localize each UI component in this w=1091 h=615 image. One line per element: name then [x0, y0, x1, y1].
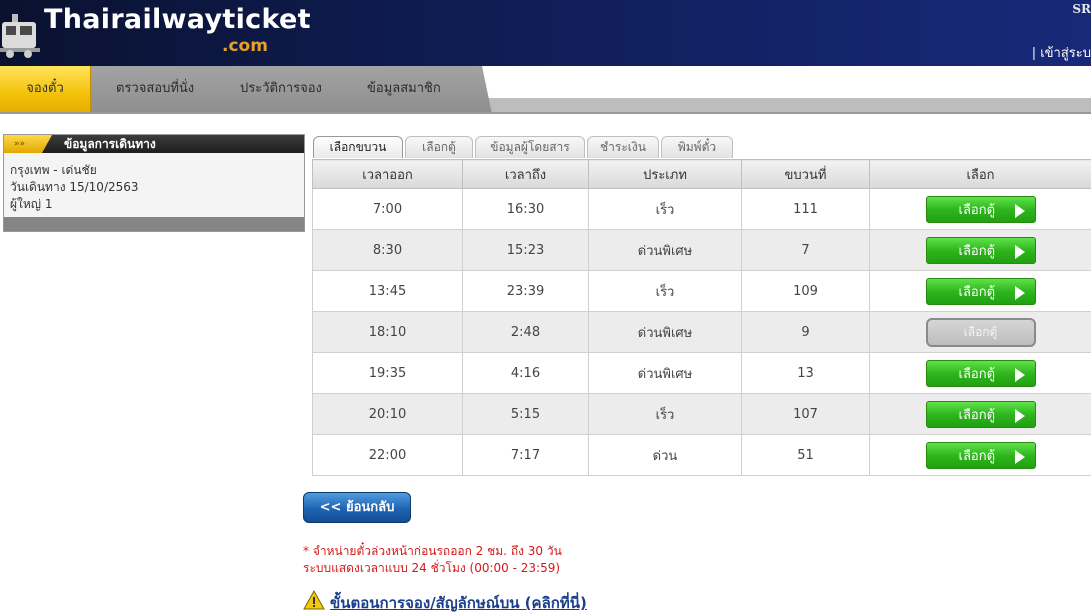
select-car-label: เลือกตู้ — [959, 244, 996, 259]
train-type: ด่วนพิเศษ — [589, 230, 742, 271]
play-arrow-icon — [1015, 450, 1025, 464]
select-car-label: เลือกตู้ — [959, 367, 996, 382]
train-type: เร็ว — [589, 271, 742, 312]
train-number: 7 — [742, 230, 870, 271]
play-arrow-icon — [1015, 204, 1025, 218]
nav-divider — [0, 112, 1091, 114]
table-row: 13:45 23:39 เร็ว 109 เลือกตู้ — [313, 271, 1091, 312]
select-cell: เลือกตู้ — [870, 189, 1091, 230]
step-payment[interactable]: ชำระเงิน — [587, 136, 659, 158]
select-car-label: เลือกตู้ — [959, 408, 996, 423]
play-arrow-icon — [1015, 409, 1025, 423]
select-car-button[interactable]: เลือกตู้ — [926, 401, 1036, 428]
depart-time: 18:10 — [313, 312, 463, 353]
select-cell: เลือกตู้ — [870, 353, 1091, 394]
play-arrow-icon — [1015, 368, 1025, 382]
nav-tab-check-seat[interactable]: ตรวจสอบที่นั่ง — [116, 66, 194, 112]
step-passenger-info[interactable]: ข้อมูลผู้โดยสาร — [475, 136, 585, 158]
trip-info-header: »» ข้อมูลการเดินทาง — [4, 135, 304, 153]
col-header-type: ประเภท — [589, 160, 742, 189]
col-header-depart: เวลาออก — [313, 160, 463, 189]
select-car-label: เลือกตู้ — [959, 203, 996, 218]
trip-info-panel: »» ข้อมูลการเดินทาง กรุงเทพ - เด่นชัย วั… — [3, 134, 305, 232]
col-header-arrive: เวลาถึง — [463, 160, 589, 189]
depart-time: 13:45 — [313, 271, 463, 312]
logo-text[interactable]: Thairailwayticket — [44, 4, 311, 35]
select-car-button[interactable]: เลือกตู้ — [926, 360, 1036, 387]
table-row: 8:30 15:23 ด่วนพิเศษ 7 เลือกตู้ — [313, 230, 1091, 271]
select-car-button-disabled: เลือกตู้ — [926, 318, 1036, 347]
header-corner-text: SR — [1072, 2, 1091, 16]
arrive-time: 7:17 — [463, 435, 589, 476]
select-cell: เลือกตู้ — [870, 230, 1091, 271]
site-header: Thairailwayticket .com SR | เข้าสู่ระบ — [0, 0, 1091, 70]
trip-info-footer — [4, 217, 304, 231]
booking-steps: เลือกขบวน เลือกตู้ ข้อมูลผู้โดยสาร ชำระเ… — [313, 136, 743, 158]
train-type: ด่วนพิเศษ — [589, 312, 742, 353]
arrive-time: 15:23 — [463, 230, 589, 271]
step-print-ticket[interactable]: พิมพ์ตั๋ว — [661, 136, 733, 158]
time-format-note: ระบบแสดงเวลาแบบ 24 ชั่วโมง (00:00 - 23:5… — [303, 559, 560, 578]
select-cell: เลือกตู้ — [870, 271, 1091, 312]
train-number: 9 — [742, 312, 870, 353]
train-schedule-table: เวลาออก เวลาถึง ประเภท ขบวนที่ เลือก 7:0… — [312, 159, 1091, 476]
select-cell: เลือกตู้ — [870, 435, 1091, 476]
arrive-time: 23:39 — [463, 271, 589, 312]
select-car-button[interactable]: เลือกตู้ — [926, 237, 1036, 264]
arrive-time: 2:48 — [463, 312, 589, 353]
select-car-label: เลือกตู้ — [959, 285, 996, 300]
train-type: ด่วนพิเศษ — [589, 353, 742, 394]
trip-info-title: ข้อมูลการเดินทาง — [64, 135, 156, 153]
main-nav: จองตั๋ว ตรวจสอบที่นั่ง ประวัติการจอง ข้อ… — [0, 66, 1091, 114]
select-car-label: เลือกตู้ — [959, 449, 996, 464]
train-number: 51 — [742, 435, 870, 476]
depart-time: 19:35 — [313, 353, 463, 394]
logo-domain: .com — [222, 36, 268, 56]
arrive-time: 5:15 — [463, 394, 589, 435]
train-number: 109 — [742, 271, 870, 312]
col-header-train: ขบวนที่ — [742, 160, 870, 189]
table-row: 22:00 7:17 ด่วน 51 เลือกตู้ — [313, 435, 1091, 476]
step-select-car[interactable]: เลือกตู้ — [405, 136, 473, 158]
nav-tab-member[interactable]: ข้อมูลสมาชิก — [367, 66, 441, 112]
table-row: 7:00 16:30 เร็ว 111 เลือกตู้ — [313, 189, 1091, 230]
col-header-select: เลือก — [870, 160, 1091, 189]
help-link[interactable]: ขั้นตอนการจอง/สัญลักษณ์บน (คลิกที่นี่) — [330, 591, 587, 615]
table-row: 18:10 2:48 ด่วนพิเศษ 9 เลือกตู้ — [313, 312, 1091, 353]
table-row: 20:10 5:15 เร็ว 107 เลือกตู้ — [313, 394, 1091, 435]
back-button[interactable]: << ย้อนกลับ — [303, 492, 411, 523]
train-number: 111 — [742, 189, 870, 230]
depart-time: 22:00 — [313, 435, 463, 476]
table-row: 19:35 4:16 ด่วนพิเศษ 13 เลือกตู้ — [313, 353, 1091, 394]
double-arrow-icon: »» — [4, 135, 52, 153]
train-type: เร็ว — [589, 189, 742, 230]
depart-time: 8:30 — [313, 230, 463, 271]
play-arrow-icon — [1015, 245, 1025, 259]
play-arrow-icon — [1015, 286, 1025, 300]
train-number: 107 — [742, 394, 870, 435]
select-cell: เลือกตู้ — [870, 312, 1091, 353]
select-car-button[interactable]: เลือกตู้ — [926, 278, 1036, 305]
step-select-train[interactable]: เลือกขบวน — [313, 136, 403, 158]
warning-icon — [303, 590, 325, 610]
table-header-row: เวลาออก เวลาถึง ประเภท ขบวนที่ เลือก — [313, 160, 1091, 189]
train-logo-icon — [0, 8, 40, 60]
select-car-button[interactable]: เลือกตู้ — [926, 196, 1036, 223]
nav-tab-history[interactable]: ประวัติการจอง — [240, 66, 322, 112]
depart-time: 7:00 — [313, 189, 463, 230]
arrive-time: 4:16 — [463, 353, 589, 394]
login-link[interactable]: | เข้าสู่ระบ — [1032, 42, 1091, 63]
trip-passengers: ผู้ใหญ่ 1 — [10, 195, 52, 214]
select-cell: เลือกตู้ — [870, 394, 1091, 435]
train-type: ด่วน — [589, 435, 742, 476]
train-type: เร็ว — [589, 394, 742, 435]
depart-time: 20:10 — [313, 394, 463, 435]
nav-tab-book[interactable]: จองตั๋ว — [0, 66, 91, 112]
select-car-button[interactable]: เลือกตู้ — [926, 442, 1036, 469]
train-number: 13 — [742, 353, 870, 394]
arrive-time: 16:30 — [463, 189, 589, 230]
